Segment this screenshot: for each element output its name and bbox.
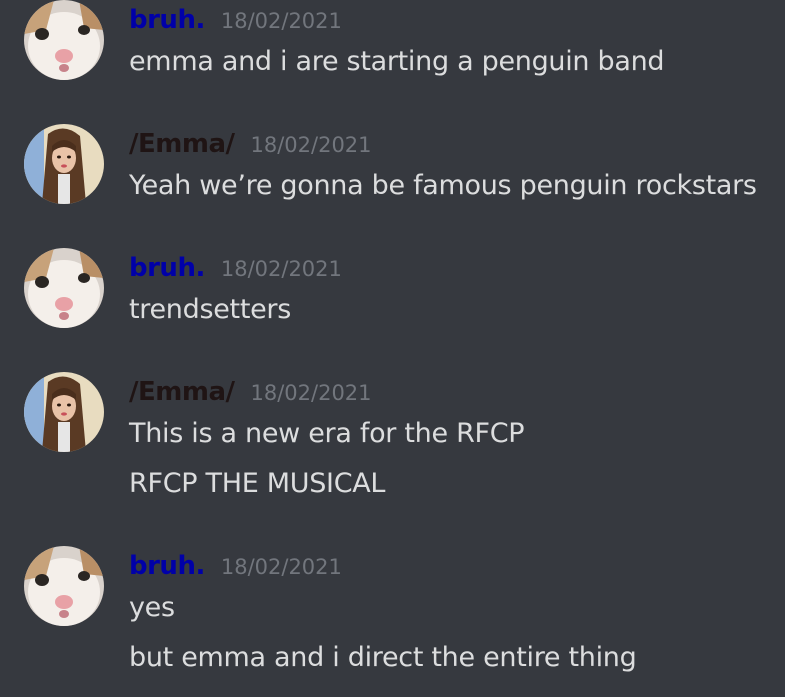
timestamp: 18/02/2021 xyxy=(250,133,372,157)
cat-avatar-icon[interactable] xyxy=(24,546,104,626)
timestamp: 18/02/2021 xyxy=(250,381,372,405)
chat-message-list: bruh. 18/02/2021 emma and i are starting… xyxy=(0,0,785,697)
cat-avatar-icon[interactable] xyxy=(24,0,104,80)
message-header: bruh. 18/02/2021 xyxy=(129,253,342,283)
timestamp: 18/02/2021 xyxy=(220,555,342,579)
message-header: bruh. 18/02/2021 xyxy=(129,5,342,35)
timestamp: 18/02/2021 xyxy=(220,257,342,281)
username[interactable]: /Emma/ xyxy=(129,129,235,159)
message-header: /Emma/ 18/02/2021 xyxy=(129,129,372,159)
cat-avatar-icon[interactable] xyxy=(24,248,104,328)
message-text: yes xyxy=(129,592,175,623)
message-text: emma and i are starting a penguin band xyxy=(129,46,665,77)
username[interactable]: bruh. xyxy=(129,253,205,283)
girl-avatar-icon[interactable] xyxy=(24,124,104,204)
message-text: RFCP THE MUSICAL xyxy=(129,468,386,499)
message-text: trendsetters xyxy=(129,294,291,325)
message-text: but emma and i direct the entire thing xyxy=(129,642,637,673)
message-text: Yeah we’re gonna be famous penguin rocks… xyxy=(129,170,757,201)
message-header: bruh. 18/02/2021 xyxy=(129,551,342,581)
timestamp: 18/02/2021 xyxy=(220,9,342,33)
message-header: /Emma/ 18/02/2021 xyxy=(129,377,372,407)
girl-avatar-icon[interactable] xyxy=(24,372,104,452)
message-text: This is a new era for the RFCP xyxy=(129,418,525,449)
username[interactable]: bruh. xyxy=(129,5,205,35)
username[interactable]: bruh. xyxy=(129,551,205,581)
username[interactable]: /Emma/ xyxy=(129,377,235,407)
